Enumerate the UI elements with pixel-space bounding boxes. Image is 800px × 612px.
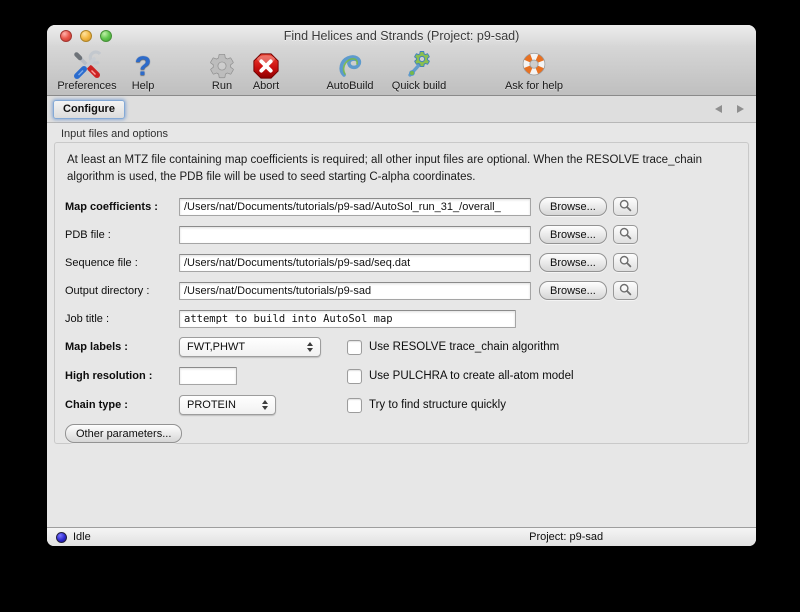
map-coefficients-input[interactable] [179, 198, 531, 216]
job-title-row: Job title : [65, 309, 738, 328]
traffic-lights [60, 30, 112, 42]
checkbox-label: Use RESOLVE trace_chain algorithm [369, 341, 559, 353]
input-files-group-box: At least an MTZ file containing map coef… [54, 142, 749, 444]
toolbar-label: AutoBuild [326, 80, 373, 92]
map-labels-label: Map labels : [65, 341, 179, 353]
high-resolution-row: High resolution : Use PULCHRA to create … [65, 366, 738, 386]
find-quickly-option: Try to find structure quickly [347, 398, 738, 413]
toolbar-preferences-button[interactable]: Preferences [55, 49, 119, 92]
toolbar-label: Ask for help [505, 80, 563, 92]
chain-type-row: Chain type : PROTEIN Try to find structu… [65, 395, 738, 415]
pdb-file-view-button[interactable] [613, 225, 638, 244]
toolbar-label: Preferences [57, 80, 116, 92]
toolbar-quickbuild-button[interactable]: Quick build [383, 49, 455, 92]
other-parameters-button[interactable]: Other parameters... [65, 424, 182, 443]
sequence-file-row: Sequence file : Browse... [65, 253, 738, 272]
toolbar-ask-for-help-button[interactable]: Ask for help [495, 49, 573, 92]
gear-molecule-icon [404, 49, 434, 80]
tools-icon [72, 49, 102, 80]
toolbar-label: Help [132, 80, 155, 92]
other-parameters-row: Other parameters... [65, 424, 738, 443]
output-directory-row: Output directory : Browse... [65, 281, 738, 300]
lifebuoy-icon [519, 49, 549, 80]
minimize-button[interactable] [80, 30, 92, 42]
high-resolution-input[interactable] [179, 367, 237, 385]
window-title: Find Helices and Strands (Project: p9-sa… [284, 29, 520, 43]
magnifier-icon [619, 255, 632, 271]
toolbar-run-button[interactable]: Run [201, 49, 243, 92]
toolbar-autobuild-button[interactable]: AutoBuild [317, 49, 383, 92]
pdb-file-input[interactable] [179, 226, 531, 244]
status-bar: Idle Project: p9-sad [47, 527, 756, 546]
toolbar-label: Run [212, 80, 232, 92]
magnifier-icon [619, 199, 632, 215]
checkbox-label: Try to find structure quickly [369, 399, 506, 411]
map-labels-row: Map labels : FWT,PHWT Use RESOLVE trace_… [65, 337, 738, 357]
prev-tab-icon[interactable] [715, 105, 722, 113]
pulchra-checkbox[interactable] [347, 369, 362, 384]
find-quickly-checkbox[interactable] [347, 398, 362, 413]
pdb-file-label: PDB file : [65, 229, 179, 241]
job-title-input[interactable] [179, 310, 516, 328]
project-label: Project: p9-sad [529, 531, 603, 543]
chain-type-label: Chain type : [65, 399, 179, 411]
map-coefficients-label: Map coefficients : [65, 201, 179, 213]
output-directory-label: Output directory : [65, 285, 179, 297]
tab-nav [715, 105, 744, 113]
status-text: Idle [73, 531, 91, 543]
titlebar[interactable]: Find Helices and Strands (Project: p9-sa… [47, 25, 756, 47]
magnifier-icon [619, 227, 632, 243]
content-area: Input files and options At least an MTZ … [47, 123, 756, 527]
close-button[interactable] [60, 30, 72, 42]
output-directory-view-button[interactable] [613, 281, 638, 300]
resolve-trace-chain-option: Use RESOLVE trace_chain algorithm [347, 340, 738, 355]
magnifier-icon [619, 283, 632, 299]
toolbar-label: Quick build [392, 80, 446, 92]
map-coefficients-browse-button[interactable]: Browse... [539, 197, 607, 216]
checkbox-label: Use PULCHRA to create all-atom model [369, 370, 574, 382]
description-text: At least an MTZ file containing map coef… [67, 152, 731, 186]
pdb-file-browse-button[interactable]: Browse... [539, 225, 607, 244]
toolbar-abort-button[interactable]: Abort [243, 49, 289, 92]
tab-configure[interactable]: Configure [53, 100, 125, 119]
output-directory-input[interactable] [179, 282, 531, 300]
zoom-button[interactable] [100, 30, 112, 42]
map-labels-value: FWT,PHWT [187, 341, 245, 353]
stepper-arrows-icon [262, 400, 268, 410]
chain-type-select[interactable]: PROTEIN [179, 395, 276, 415]
stepper-arrows-icon [307, 342, 313, 352]
pdb-file-row: PDB file : Browse... [65, 225, 738, 244]
gear-icon [208, 49, 236, 80]
molecule-icon [335, 49, 365, 80]
map-labels-select[interactable]: FWT,PHWT [179, 337, 321, 357]
output-directory-browse-button[interactable]: Browse... [539, 281, 607, 300]
chain-type-value: PROTEIN [187, 399, 236, 411]
pulchra-option: Use PULCHRA to create all-atom model [347, 369, 738, 384]
map-coefficients-row: Map coefficients : Browse... [65, 197, 738, 216]
sequence-file-view-button[interactable] [613, 253, 638, 272]
next-tab-icon[interactable] [737, 105, 744, 113]
map-coefficients-view-button[interactable] [613, 197, 638, 216]
toolbar: Preferences ? Help Run [47, 47, 756, 96]
sequence-file-input[interactable] [179, 254, 531, 272]
sequence-file-browse-button[interactable]: Browse... [539, 253, 607, 272]
question-mark-icon: ? [135, 49, 152, 80]
abort-octagon-icon [252, 49, 280, 80]
resolve-trace-chain-checkbox[interactable] [347, 340, 362, 355]
group-box-title: Input files and options [61, 128, 756, 140]
tab-bar: Configure [47, 96, 756, 123]
sequence-file-label: Sequence file : [65, 257, 179, 269]
status-dot-icon [56, 532, 67, 543]
high-resolution-label: High resolution : [65, 370, 179, 382]
app-window: Find Helices and Strands (Project: p9-sa… [47, 25, 756, 546]
toolbar-help-button[interactable]: ? Help [123, 49, 163, 92]
toolbar-label: Abort [253, 80, 279, 92]
job-title-label: Job title : [65, 313, 179, 325]
